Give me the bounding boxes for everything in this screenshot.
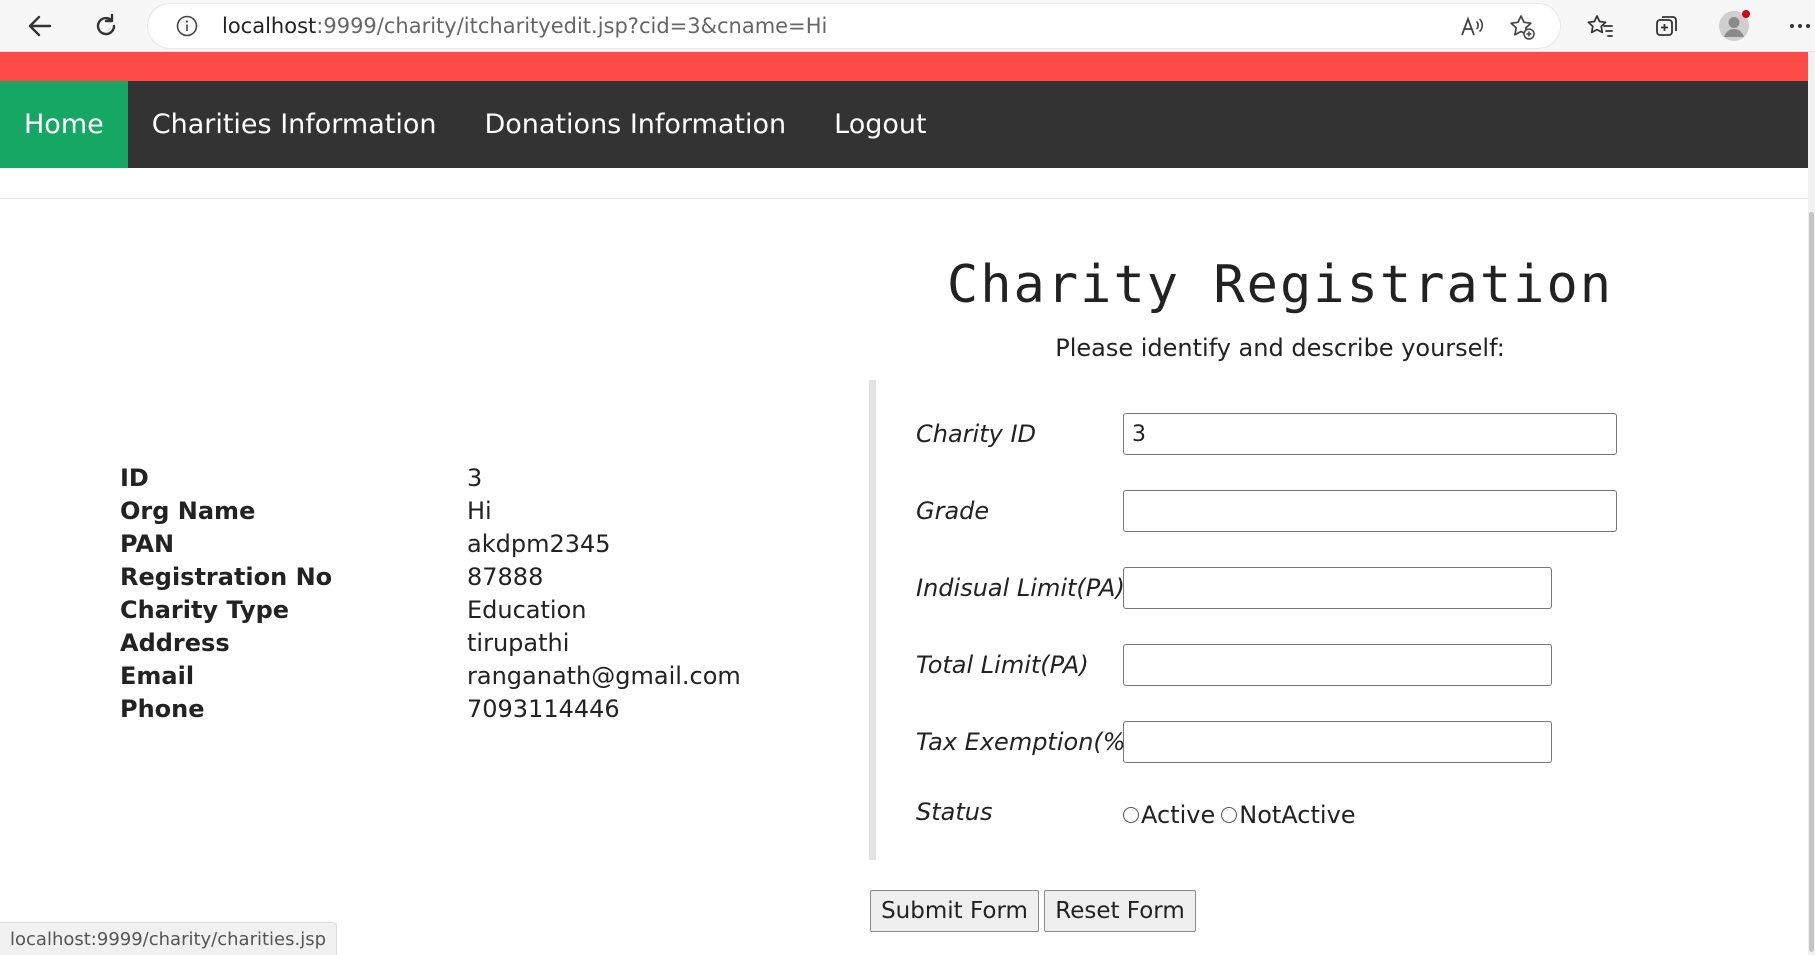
detail-value: Education xyxy=(467,595,587,624)
read-aloud-icon[interactable] xyxy=(1458,13,1486,41)
form-subtitle: Please identify and describe yourself: xyxy=(1055,334,1505,362)
red-banner xyxy=(0,52,1808,81)
status-notactive-label: NotActive xyxy=(1239,801,1356,829)
individual-limit-label: Indisual Limit(PA) xyxy=(916,574,1125,602)
total-limit-label: Total Limit(PA) xyxy=(916,651,1089,679)
detail-label: Phone xyxy=(120,694,205,723)
tax-exemption-input[interactable] xyxy=(1123,721,1552,763)
detail-label: Email xyxy=(120,661,195,690)
detail-label: PAN xyxy=(120,529,175,558)
detail-row: Registration No 87888 xyxy=(120,560,741,593)
detail-row: PAN akdpm2345 xyxy=(120,527,741,560)
status-active-radio[interactable] xyxy=(1123,807,1139,823)
registration-form: Charity ID Grade Indisual Limit(PA) Tota… xyxy=(869,380,1649,860)
favorites-icon[interactable] xyxy=(1584,10,1616,42)
charity-id-label: Charity ID xyxy=(916,420,1037,448)
scrollbar-thumb[interactable] xyxy=(1809,212,1814,952)
status-active-label: Active xyxy=(1141,801,1216,829)
total-limit-input[interactable] xyxy=(1123,644,1552,686)
grade-label: Grade xyxy=(916,497,990,525)
add-favorite-icon[interactable] xyxy=(1508,13,1536,41)
nav-home[interactable]: Home xyxy=(0,81,128,168)
url-host: localhost xyxy=(222,14,317,38)
refresh-icon[interactable] xyxy=(86,8,126,44)
more-icon[interactable] xyxy=(1784,10,1815,42)
detail-value: ranganath@gmail.com xyxy=(467,661,741,690)
detail-label: Charity Type xyxy=(120,595,290,624)
detail-value: Hi xyxy=(467,496,492,525)
nav-charities-information[interactable]: Charities Information xyxy=(128,81,461,168)
status-notactive-option[interactable]: NotActive xyxy=(1221,801,1356,829)
status-radio-group: Active NotActive xyxy=(1123,801,1362,829)
charity-details: ID 3 Org Name Hi PAN akdpm2345 Registrat… xyxy=(120,461,741,725)
main-navbar: Home Charities Information Donations Inf… xyxy=(0,81,1808,168)
detail-row: Email ranganath@gmail.com xyxy=(120,659,741,692)
status-label: Status xyxy=(916,798,993,826)
charity-id-input[interactable] xyxy=(1123,413,1617,455)
info-icon[interactable] xyxy=(176,15,198,37)
detail-value: 7093114446 xyxy=(467,694,620,723)
browser-toolbar: localhost:9999/charity/itcharityedit.jsp… xyxy=(0,0,1815,52)
detail-row: ID 3 xyxy=(120,461,741,494)
form-title: Charity Registration xyxy=(946,255,1614,315)
url-path: :9999/charity/itcharityedit.jsp?cid=3&cn… xyxy=(316,14,828,38)
collections-icon[interactable] xyxy=(1651,10,1683,42)
detail-label: Address xyxy=(120,628,230,657)
page-scrollbar[interactable] xyxy=(1808,52,1815,955)
link-status-bar: localhost:9999/charity/charities.jsp xyxy=(0,922,338,955)
status-active-option[interactable]: Active xyxy=(1123,801,1215,829)
detail-value: 3 xyxy=(467,463,483,492)
url-text[interactable]: localhost:9999/charity/itcharityedit.jsp… xyxy=(222,14,827,38)
detail-label: ID xyxy=(120,463,149,492)
submit-button[interactable]: Submit Form xyxy=(870,890,1039,932)
detail-label: Org Name xyxy=(120,496,256,525)
back-arrow-icon[interactable] xyxy=(20,8,60,44)
nav-donations-information[interactable]: Donations Information xyxy=(461,81,811,168)
nav-logout[interactable]: Logout xyxy=(810,81,950,168)
detail-value: 87888 xyxy=(467,562,544,591)
status-notactive-radio[interactable] xyxy=(1221,807,1238,823)
detail-row: Phone 7093114446 xyxy=(120,692,741,725)
detail-value: tirupathi xyxy=(467,628,570,657)
grade-input[interactable] xyxy=(1123,490,1617,532)
detail-label: Registration No xyxy=(120,562,333,591)
reset-button[interactable]: Reset Form xyxy=(1044,890,1196,932)
detail-row: Address tirupathi xyxy=(120,626,741,659)
detail-row: Org Name Hi xyxy=(120,494,741,527)
header-divider xyxy=(0,198,1808,199)
address-bar[interactable]: localhost:9999/charity/itcharityedit.jsp… xyxy=(148,4,1560,48)
individual-limit-input[interactable] xyxy=(1123,567,1552,609)
detail-value: akdpm2345 xyxy=(467,529,611,558)
profile-avatar-icon[interactable] xyxy=(1718,10,1750,42)
detail-row: Charity Type Education xyxy=(120,593,741,626)
tax-exemption-label: Tax Exemption(%) xyxy=(916,728,1135,756)
